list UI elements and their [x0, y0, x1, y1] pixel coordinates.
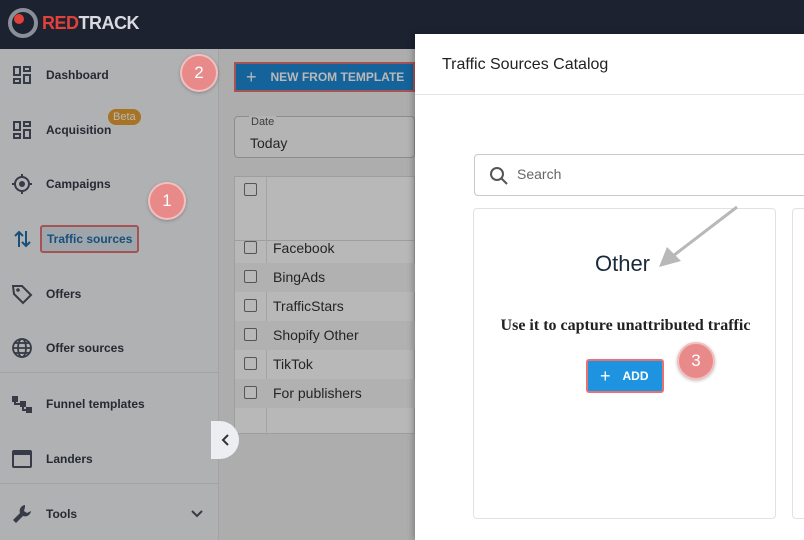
logo-text-red: RED	[42, 12, 79, 33]
source-card-partial	[792, 208, 804, 519]
add-button-label: ADD	[622, 369, 649, 383]
modal-title: Traffic Sources Catalog	[442, 56, 609, 73]
plus-icon: +	[600, 366, 611, 386]
catalog-search[interactable]	[474, 154, 804, 196]
card-description: Use it to capture unattributed traffic	[500, 317, 751, 334]
step-badge-3: 3	[677, 342, 715, 380]
annotation-arrow-icon	[659, 205, 738, 267]
logo-text-white: TRACK	[78, 12, 140, 33]
add-button[interactable]: + ADD	[586, 359, 664, 393]
modal-backdrop[interactable]	[0, 49, 415, 540]
traffic-sources-catalog-modal: Traffic Sources Catalog Other Use it to …	[415, 34, 804, 540]
modal-header: Traffic Sources Catalog	[415, 34, 804, 95]
redtrack-logo[interactable]: REDTRACK	[8, 8, 140, 38]
step-badge-2: 2	[180, 54, 218, 92]
search-icon	[489, 166, 509, 191]
step-badge-1: 1	[148, 182, 186, 220]
logo-icon	[8, 8, 38, 38]
search-input[interactable]	[517, 166, 797, 182]
chevron-left-icon	[221, 434, 229, 446]
